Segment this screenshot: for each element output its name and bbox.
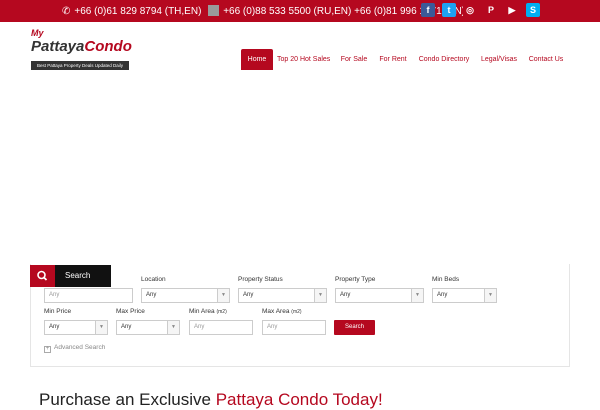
min-area-label-text: Min Area [189, 308, 215, 315]
min-price-select[interactable]: Any ▼ [44, 320, 108, 335]
property-type-value: Any [340, 292, 351, 298]
advanced-search-label: Advanced Search [54, 344, 106, 351]
logo-brand: PattayaCondo [31, 38, 132, 55]
property-status-select[interactable]: Any ▼ [238, 288, 327, 303]
nav-condo-directory[interactable]: Condo Directory [417, 49, 471, 70]
skype-icon[interactable]: S [526, 3, 540, 17]
top-contact-bar: ✆ +66 (0)61 829 8794 (TH,EN) +66 (0)88 53… [0, 0, 600, 22]
logo-brand-accent: Condo [84, 38, 132, 55]
search-icon [37, 270, 48, 281]
min-area-input[interactable]: Any [189, 320, 253, 335]
phone-box-icon [208, 5, 220, 16]
property-type-label: Property Type [335, 276, 376, 283]
max-area-label: Max Area (m2) [262, 308, 302, 315]
min-beds-label: Min Beds [432, 276, 460, 283]
nav-legal-visas[interactable]: Legal/Visas [479, 49, 519, 70]
search-tab[interactable]: Search [30, 265, 111, 287]
chevron-down-icon: ▼ [217, 289, 229, 302]
youtube-icon[interactable]: ▶ [505, 3, 519, 17]
chevron-down-icon: ▼ [314, 289, 326, 302]
advanced-search-toggle[interactable]: + Advanced Search [44, 344, 105, 353]
nav-home[interactable]: Home [241, 49, 273, 70]
property-type-select[interactable]: Any ▼ [335, 288, 424, 303]
facebook-icon[interactable]: f [421, 3, 435, 17]
search-icon-box [30, 265, 55, 287]
page-headline: Purchase an Exclusive Pattaya Condo Toda… [39, 390, 383, 410]
nav-top-20-hot-sales[interactable]: Top 20 Hot Sales [277, 49, 330, 70]
section-divider [30, 366, 570, 367]
site-header: My PattayaCondo Best Pattaya Property De… [0, 22, 600, 80]
plus-icon: + [44, 346, 51, 353]
pinterest-icon[interactable]: P [484, 3, 498, 17]
location-select[interactable]: Any ▼ [141, 288, 230, 303]
hero-area [0, 80, 600, 264]
chevron-down-icon: ▼ [484, 289, 496, 302]
nav-for-sale[interactable]: For Sale [338, 49, 370, 70]
phone-numbers: ✆ +66 (0)61 829 8794 (TH,EN) +66 (0)88 53… [62, 5, 469, 17]
max-price-value: Any [121, 324, 132, 330]
keyword-input[interactable]: Any [44, 288, 133, 303]
twitter-icon[interactable]: t [442, 3, 456, 17]
min-price-label: Min Price [44, 308, 72, 315]
phone-number-thai[interactable]: +66 (0)61 829 8794 (TH,EN) [74, 6, 201, 17]
nav-for-rent[interactable]: For Rent [377, 49, 409, 70]
phone-icon: ✆ [62, 6, 71, 17]
min-beds-value: Any [437, 292, 448, 298]
min-beds-select[interactable]: Any ▼ [432, 288, 497, 303]
max-area-unit: (m2) [291, 309, 302, 315]
logo-brand-main: Pattaya [31, 38, 85, 55]
property-status-label: Property Status [238, 276, 283, 283]
logo-tagline: Best Pattaya Property Deals Updated Dail… [31, 61, 129, 70]
max-price-select[interactable]: Any ▼ [116, 320, 180, 335]
nav-contact-us[interactable]: Contact Us [527, 49, 565, 70]
location-select-value: Any [146, 292, 157, 298]
max-area-label-text: Max Area [262, 308, 290, 315]
logo-my: My [31, 28, 44, 38]
location-label: Location [141, 276, 166, 283]
site-logo[interactable]: My PattayaCondo Best Pattaya Property De… [31, 28, 132, 71]
search-submit-button[interactable]: Search [334, 320, 375, 335]
search-panel [30, 264, 570, 366]
instagram-icon[interactable]: ◎ [463, 3, 477, 17]
min-price-value: Any [49, 324, 60, 330]
max-price-label: Max Price [116, 308, 145, 315]
search-tab-label: Search [65, 271, 91, 280]
min-area-unit: (m2) [216, 309, 227, 315]
chevron-down-icon: ▼ [95, 321, 107, 334]
chevron-down-icon: ▼ [167, 321, 179, 334]
property-status-value: Any [243, 292, 254, 298]
min-area-label: Min Area (m2) [189, 308, 227, 315]
chevron-down-icon: ▼ [411, 289, 423, 302]
max-area-input[interactable]: Any [262, 320, 326, 335]
